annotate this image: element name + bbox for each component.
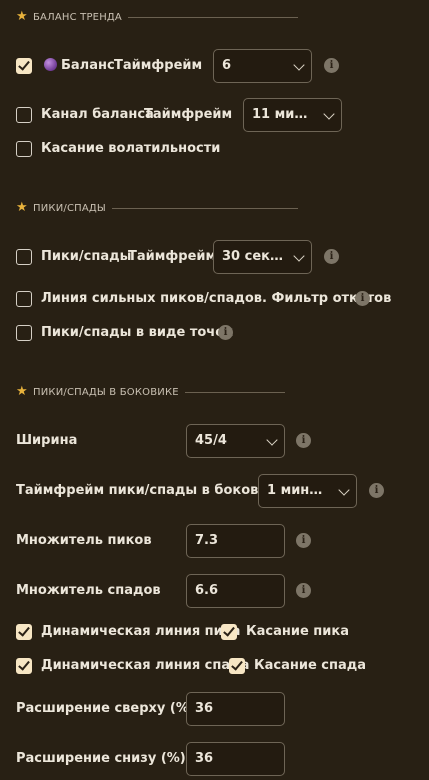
- strong-line-checkbox[interactable]: [16, 291, 32, 307]
- peak-touch-checkbox[interactable]: [221, 624, 237, 640]
- star-icon: ★: [16, 200, 28, 215]
- peaks-checkbox[interactable]: [16, 249, 32, 265]
- trough-multiplier-label: Множитель спадов: [16, 583, 161, 598]
- dynamic-trough-line-checkbox[interactable]: [16, 658, 32, 674]
- trough-multiplier-input[interactable]: 6.6: [186, 574, 285, 608]
- info-icon[interactable]: i: [218, 325, 233, 340]
- divider: [184, 391, 285, 393]
- info-icon[interactable]: i: [324, 58, 339, 73]
- dots-checkbox[interactable]: [16, 325, 32, 341]
- dynamic-peak-line-checkbox[interactable]: [16, 624, 32, 640]
- dynamic-trough-line-label: Динамическая линия спада: [41, 658, 250, 673]
- info-icon[interactable]: i: [355, 291, 370, 306]
- peak-multiplier-input[interactable]: 7.3: [186, 524, 285, 558]
- section-title: ПИКИ/СПАДЫ: [33, 202, 106, 214]
- info-icon[interactable]: i: [369, 483, 384, 498]
- channel-timeframe-select[interactable]: 11 минут: [243, 98, 342, 132]
- channel-timeframe-label: Таймфрейм: [144, 107, 233, 122]
- trough-touch-label: Касание спада: [254, 658, 367, 673]
- star-icon: ★: [16, 384, 28, 399]
- sideways-timeframe-label: Таймфрейм пики/спады в боковике: [16, 483, 286, 498]
- peaks-timeframe-select[interactable]: 30 секунд: [213, 240, 312, 274]
- section-title: ПИКИ/СПАДЫ В БОКОВИКЕ: [33, 386, 179, 398]
- volatility-label: Касание волатильности: [41, 141, 221, 156]
- section-title: БАЛАНС ТРЕНДА: [33, 11, 122, 23]
- width-select[interactable]: 45/4: [186, 424, 285, 458]
- info-icon[interactable]: i: [296, 583, 311, 598]
- balance-checkbox[interactable]: [16, 58, 32, 74]
- strong-line-label: Линия сильных пиков/спадов. Фильтр откат…: [41, 291, 392, 306]
- peak-multiplier-label: Множитель пиков: [16, 533, 152, 548]
- section-header-balance: ★ БАЛАНС ТРЕНДА: [16, 9, 298, 25]
- dots-label: Пики/спады в виде точек: [41, 325, 233, 340]
- extension-bottom-label: Расширение снизу (%): [16, 751, 186, 766]
- trough-touch-checkbox[interactable]: [229, 658, 245, 674]
- extension-top-input[interactable]: 36: [186, 692, 285, 726]
- peak-touch-label: Касание пика: [246, 624, 349, 639]
- extension-top-label: Расширение сверху (%): [16, 701, 195, 716]
- dynamic-peak-line-label: Динамическая линия пика: [41, 624, 241, 639]
- star-icon: ★: [16, 9, 28, 24]
- balance-timeframe-select[interactable]: 6: [213, 49, 312, 83]
- extension-bottom-input[interactable]: 36: [186, 742, 285, 776]
- sideways-timeframe-select[interactable]: 1 минута: [258, 474, 357, 508]
- volatility-checkbox[interactable]: [16, 141, 32, 157]
- info-icon[interactable]: i: [324, 249, 339, 264]
- peaks-label: Пики/спады: [41, 249, 132, 264]
- purple-orb-icon: [44, 58, 57, 71]
- channel-checkbox[interactable]: [16, 107, 32, 123]
- width-label: Ширина: [16, 433, 78, 448]
- divider: [127, 16, 298, 18]
- balance-label: Баланс: [44, 58, 115, 74]
- section-header-sideways: ★ ПИКИ/СПАДЫ В БОКОВИКЕ: [16, 384, 285, 400]
- balance-timeframe-label: Таймфрейм: [114, 58, 203, 73]
- divider: [111, 207, 298, 209]
- section-header-peaks: ★ ПИКИ/СПАДЫ: [16, 200, 298, 216]
- info-icon[interactable]: i: [296, 433, 311, 448]
- channel-label: Канал баланса: [41, 107, 154, 122]
- info-icon[interactable]: i: [296, 533, 311, 548]
- peaks-timeframe-label: Таймфрейм: [128, 249, 217, 264]
